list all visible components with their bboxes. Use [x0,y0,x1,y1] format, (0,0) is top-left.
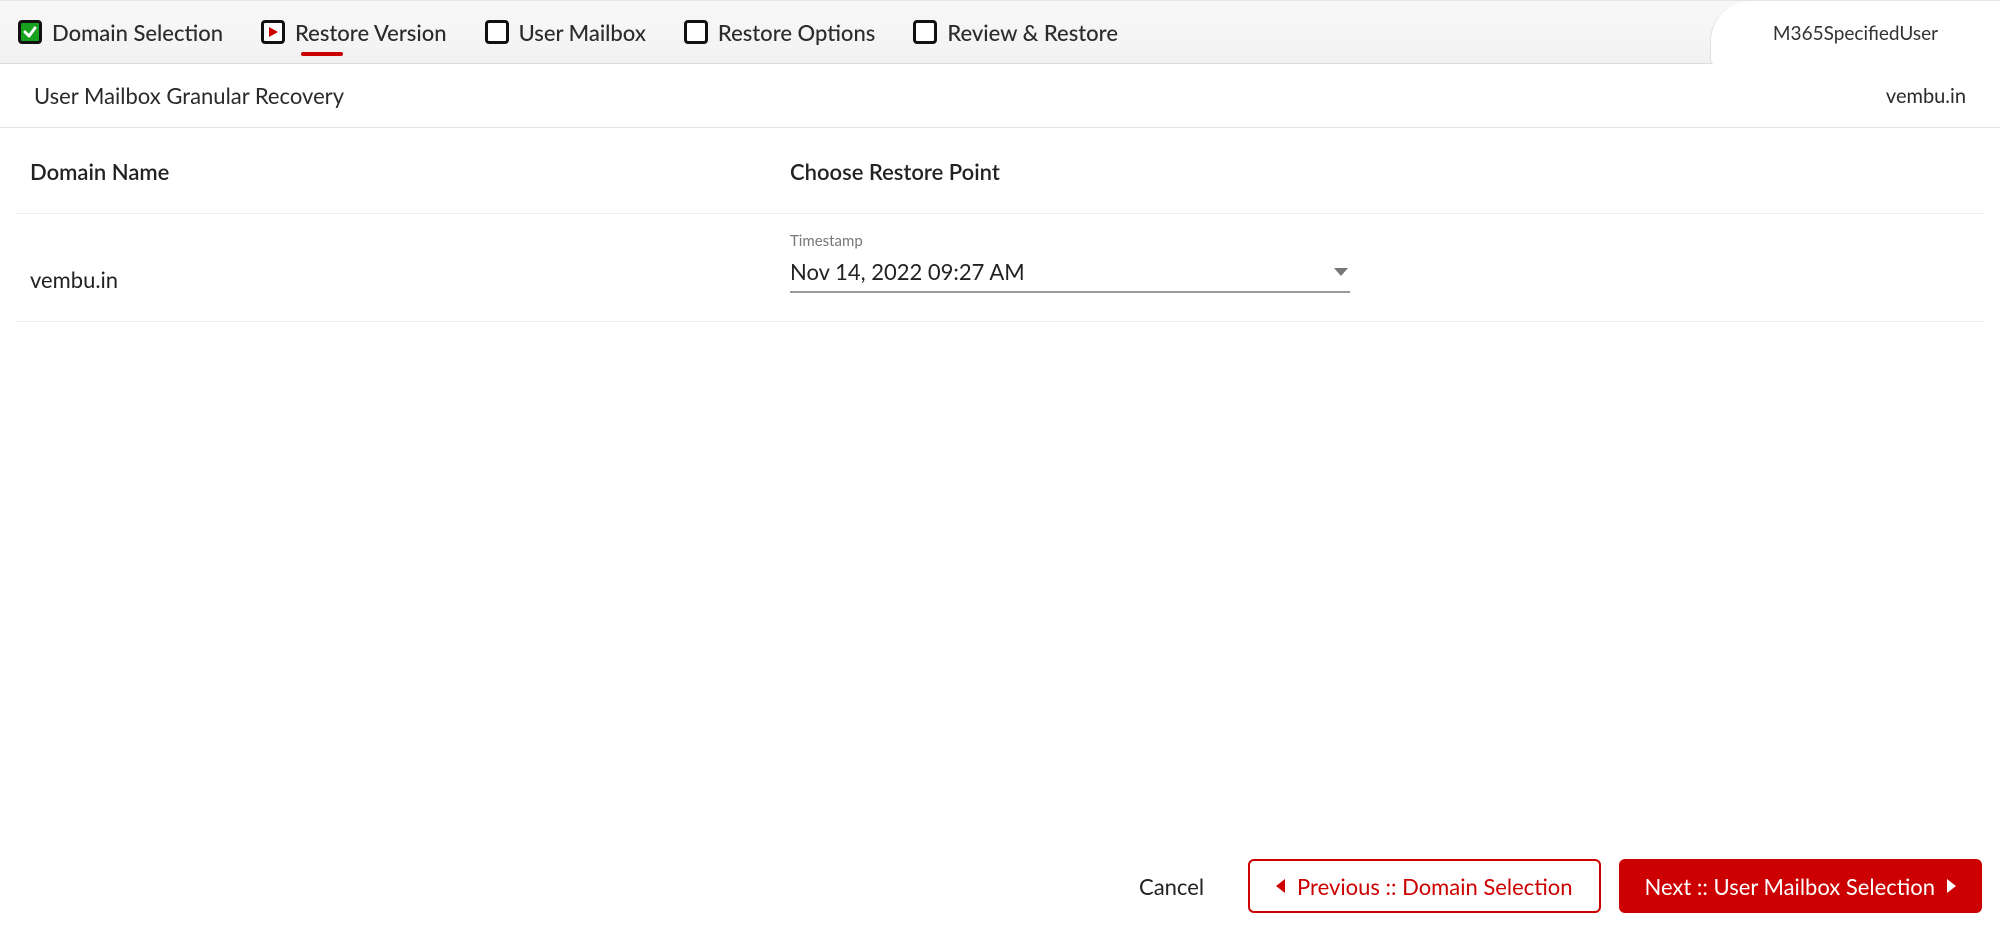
cell-restore-point: Timestamp Nov 14, 2022 09:27 AM [790,232,1970,293]
page-title: User Mailbox Granular Recovery [34,82,344,109]
table-header-row: Domain Name Choose Restore Point [16,128,1984,214]
play-icon [261,20,285,44]
square-icon [485,20,509,44]
domain-indicator: vembu.in [1886,84,1966,108]
page-subheader: User Mailbox Granular Recovery vembu.in [0,64,2000,128]
square-icon [684,20,708,44]
check-icon [18,20,42,44]
timestamp-value: Nov 14, 2022 09:27 AM [790,258,1025,285]
step-label: User Mailbox [519,19,646,46]
step-label: Restore Version [295,19,447,46]
step-restore-version[interactable]: Restore Version [261,19,447,46]
timestamp-dropdown[interactable]: Nov 14, 2022 09:27 AM [790,254,1350,293]
next-button[interactable]: Next :: User Mailbox Selection [1619,859,1983,913]
user-chip: M365SpecifiedUser [1710,1,2000,65]
wizard-steps: Domain Selection Restore Version User Ma… [18,19,1118,46]
step-label: Review & Restore [947,19,1118,46]
step-domain-selection[interactable]: Domain Selection [18,19,223,46]
caret-right-icon [1947,879,1956,893]
next-label: Next :: User Mailbox Selection [1645,873,1936,900]
chevron-down-icon [1334,268,1348,276]
step-label: Restore Options [718,19,875,46]
step-user-mailbox[interactable]: User Mailbox [485,19,646,46]
previous-button[interactable]: Previous :: Domain Selection [1248,859,1600,913]
table-row: vembu.in Timestamp Nov 14, 2022 09:27 AM [16,214,1984,322]
wizard-stepbar: Domain Selection Restore Version User Ma… [0,0,2000,64]
cancel-button[interactable]: Cancel [1113,859,1230,913]
square-icon [913,20,937,44]
user-chip-label: M365SpecifiedUser [1773,22,1938,45]
content-area: Domain Name Choose Restore Point vembu.i… [0,128,2000,322]
step-review-restore[interactable]: Review & Restore [913,19,1118,46]
timestamp-field: Timestamp Nov 14, 2022 09:27 AM [790,232,1350,293]
col-header-restore: Choose Restore Point [790,158,1970,185]
previous-label: Previous :: Domain Selection [1297,873,1572,900]
cancel-label: Cancel [1139,873,1204,900]
wizard-footer: Cancel Previous :: Domain Selection Next… [1113,859,1982,913]
step-restore-options[interactable]: Restore Options [684,19,875,46]
col-header-domain: Domain Name [30,158,790,185]
step-label: Domain Selection [52,19,223,46]
caret-left-icon [1276,879,1285,893]
cell-domain-name: vembu.in [30,240,790,293]
timestamp-label: Timestamp [790,232,1350,250]
